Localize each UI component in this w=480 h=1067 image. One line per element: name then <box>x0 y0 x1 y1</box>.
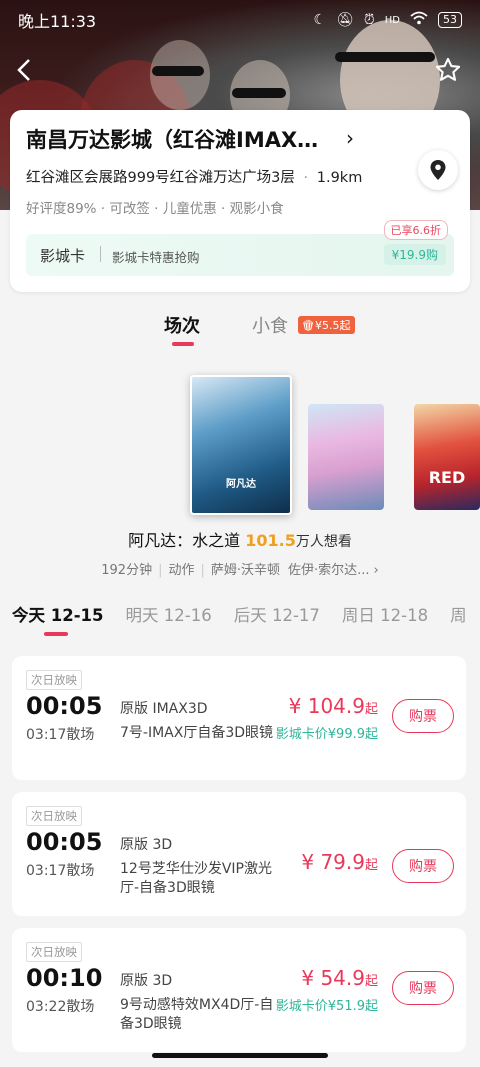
price-value: ¥ 54.9 <box>301 966 365 990</box>
snack-badge-text: ¥5.5起 <box>314 319 351 332</box>
status-bar: 晚上11:33 ☾ 🔕︎ ⏰︎ HD 53 <box>0 0 480 40</box>
status-time: 晚上11:33 <box>18 12 97 31</box>
start-time: 00:05 <box>26 828 103 856</box>
price-suffix: 起 <box>364 702 378 717</box>
tab-snacks[interactable]: 小食 <box>252 312 288 338</box>
movie-poster[interactable]: RED <box>414 404 480 510</box>
version: 原版 3D <box>120 973 173 989</box>
active-tab-indicator <box>172 342 194 346</box>
hd-icon: HD <box>384 14 400 26</box>
date-tab-today[interactable]: 今天 12-15 <box>12 602 104 626</box>
showing-card[interactable]: 次日放映 00:05 03:17散场 原版 IMAX3D 7号-IMAX厅自备3… <box>12 656 466 780</box>
distance-text: 1.9km <box>316 170 363 186</box>
movie-poster[interactable] <box>308 404 384 510</box>
end-time: 03:17散场 <box>26 727 95 743</box>
chevron-right-icon[interactable]: › <box>346 126 354 150</box>
favorite-star-icon[interactable] <box>434 56 462 84</box>
date-tabs: 今天 12-15 明天 12-16 后天 12-17 周日 12-18 周 <box>12 602 480 638</box>
end-time: 03:22散场 <box>26 999 95 1015</box>
price-value: ¥ 104.9 <box>288 694 365 718</box>
version: 原版 3D <box>120 837 173 853</box>
movie-meta[interactable]: 192分钟 | 动作 | 萨姆·沃辛顿 佐伊·索尔达... › <box>0 559 480 578</box>
version: 原版 IMAX3D <box>120 701 208 717</box>
buy-ticket-button[interactable]: 购票 <box>392 849 454 883</box>
date-tab-day-after[interactable]: 后天 12-17 <box>234 602 320 626</box>
price: ¥ 104.9起 <box>289 694 378 718</box>
address-text: 红谷滩区会展路999号红谷滩万达广场3层 <box>26 170 295 186</box>
next-day-tag: 次日放映 <box>26 942 82 962</box>
back-icon[interactable] <box>14 54 38 90</box>
start-time: 00:10 <box>26 964 103 992</box>
start-time: 00:05 <box>26 692 103 720</box>
want-label: 万人想看 <box>295 534 352 550</box>
want-score: 101.5 <box>245 531 296 550</box>
popcorn-icon: 🍿︎ <box>301 319 315 332</box>
home-indicator[interactable] <box>152 1053 328 1058</box>
cinema-tags: 好评度89% · 可改签 · 儿童优惠 · 观影小食 <box>26 201 284 217</box>
mute-icon: 🔕︎ <box>336 12 354 28</box>
date-tab-sunday[interactable]: 周日 12-18 <box>342 602 428 626</box>
movie-duration: 192分钟 <box>101 563 153 578</box>
hall: 7号-IMAX厅自备3D眼镜 <box>120 725 274 741</box>
poster-title: 阿凡达 <box>226 479 256 490</box>
movie-title-row: 阿凡达：水之道 101.5万人想看 <box>0 527 480 551</box>
poster-title: RED <box>428 468 466 487</box>
showing-card[interactable]: 次日放映 00:10 03:22散场 原版 3D 9号动感特效MX4D厅-自备3… <box>12 928 466 1052</box>
movie-title: 阿凡达：水之道 <box>128 531 241 550</box>
buy-ticket-button[interactable]: 购票 <box>392 699 454 733</box>
price: ¥ 79.9起 <box>301 850 378 874</box>
wifi-icon <box>410 11 428 29</box>
price: ¥ 54.9起 <box>301 966 378 990</box>
price-suffix: 起 <box>364 858 378 873</box>
date-tab-next[interactable]: 周 <box>450 602 467 626</box>
card-price: 影城卡价¥99.9起 <box>275 727 378 742</box>
price-suffix: 起 <box>364 974 378 989</box>
tab-shows[interactable]: 场次 <box>164 312 200 338</box>
hall: 12号芝华仕沙发VIP激光厅-自备3D眼镜 <box>120 861 272 896</box>
chevron-right-icon: › <box>373 563 379 578</box>
next-day-tag: 次日放映 <box>26 806 82 826</box>
snack-price-badge: 🍿︎¥5.5起 <box>298 316 356 334</box>
battery-icon: 53 <box>438 12 462 28</box>
price-value: ¥ 79.9 <box>301 850 365 874</box>
main-tabs: 场次 小食 🍿︎¥5.5起 <box>0 310 480 346</box>
location-pin-icon[interactable] <box>418 150 458 190</box>
next-day-tag: 次日放映 <box>26 670 82 690</box>
buy-ticket-button[interactable]: 购票 <box>392 971 454 1005</box>
moon-icon: ☾ <box>313 12 327 28</box>
movie-actor: 萨姆·沃辛顿 <box>210 563 281 578</box>
hall: 9号动感特效MX4D厅-自备3D眼镜 <box>120 997 274 1032</box>
end-time: 03:17散场 <box>26 863 95 879</box>
banner-title: 影城卡 <box>40 247 86 265</box>
movie-genre: 动作 <box>168 563 195 578</box>
banner-desc: 影城卡特惠抢购 <box>112 250 200 265</box>
active-date-indicator <box>44 632 68 636</box>
card-price: 影城卡价¥51.9起 <box>275 999 378 1014</box>
showing-card[interactable]: 次日放映 00:05 03:17散场 原版 3D 12号芝华仕沙发VIP激光厅-… <box>12 792 466 916</box>
card-buy-price[interactable]: ¥19.9购 <box>383 244 446 265</box>
movie-actor: 佐伊·索尔达... <box>288 563 370 578</box>
discount-badge: 已享6.6折 <box>383 220 448 240</box>
banner-divider <box>100 246 101 262</box>
cinema-address: 红谷滩区会展路999号红谷滩万达广场3层 · 1.9km <box>26 170 363 186</box>
movie-poster-selected[interactable]: 阿凡达 <box>190 375 292 515</box>
cinema-info-card: 南昌万达影城（红谷滩IMAX… › 红谷滩区会展路999号红谷滩万达广场3层 ·… <box>10 110 470 292</box>
cinema-card-banner[interactable]: 影城卡 影城卡特惠抢购 已享6.6折 ¥19.9购 <box>26 220 454 276</box>
date-tab-tomorrow[interactable]: 明天 12-16 <box>126 602 212 626</box>
alarm-icon: ⏰︎ <box>363 12 375 28</box>
cinema-name[interactable]: 南昌万达影城（红谷滩IMAX… <box>26 124 318 154</box>
